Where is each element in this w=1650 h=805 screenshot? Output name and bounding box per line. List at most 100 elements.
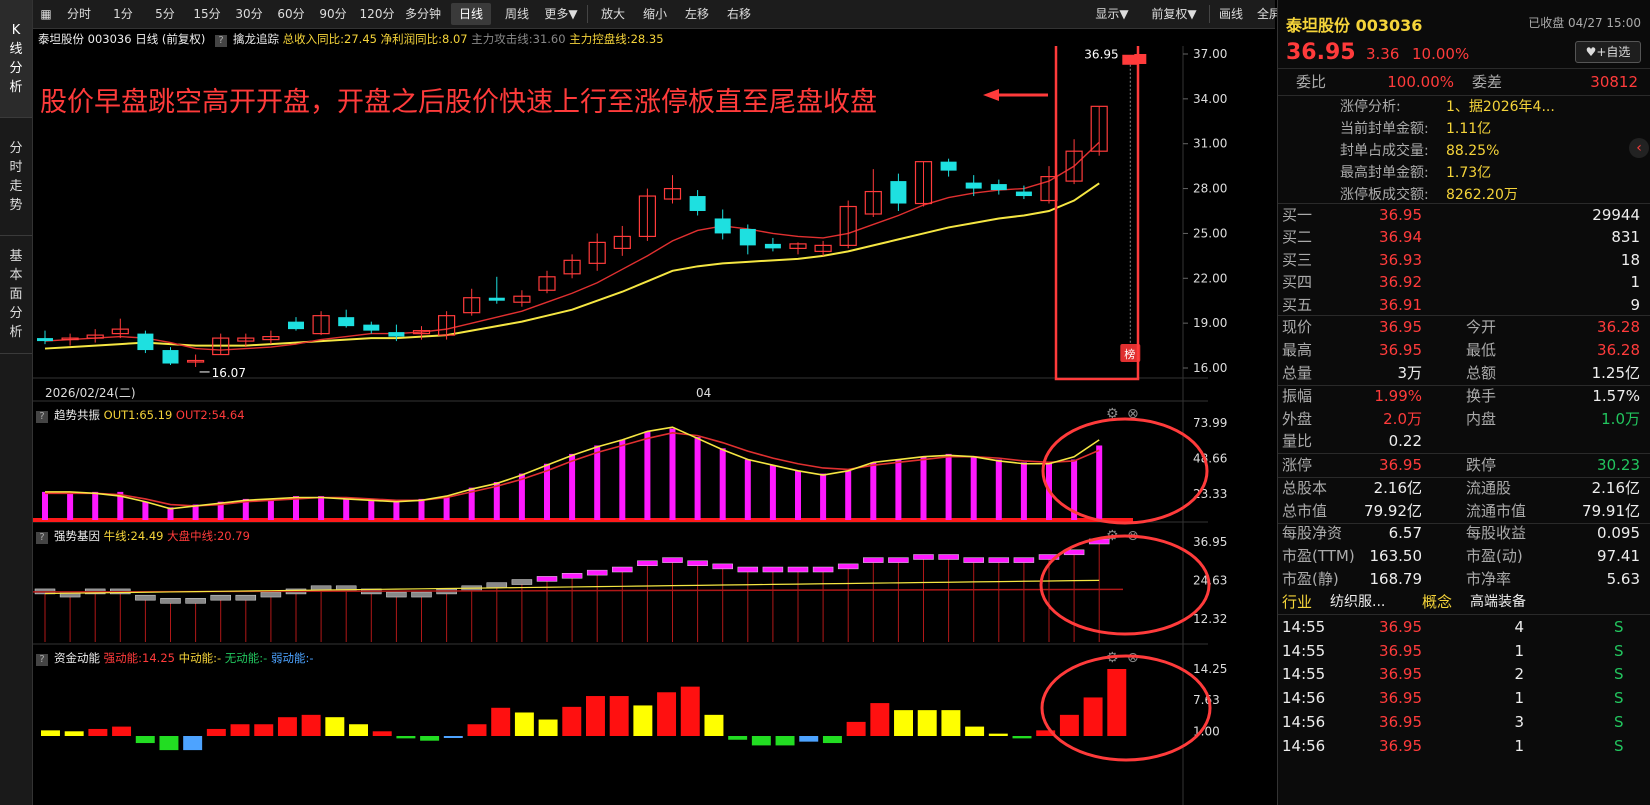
- menu-grid-icon[interactable]: ▦: [37, 3, 55, 25]
- panel2-block: [712, 563, 733, 570]
- panel2-block: [536, 576, 558, 582]
- candle-body: [940, 161, 957, 171]
- highlight-circle: [1041, 417, 1209, 525]
- kline-chart[interactable]: 37.00 34.00 31.00 28.00 25.00 22.00 19.00 16.00…: [33, 46, 1275, 805]
- panel3-title: ? 资金动能 强动能:14.25 中动能:- 无动能:- 弱动能:-: [36, 650, 314, 666]
- candle-body: [137, 333, 154, 351]
- tb-intraday[interactable]: 分时: [59, 3, 99, 25]
- panel1-bar: [920, 456, 927, 520]
- tab-intraday[interactable]: 分 时 走 势: [0, 118, 32, 236]
- tb-display[interactable]: 显示▼: [1085, 3, 1139, 25]
- stat-value: 97.41: [1597, 547, 1640, 565]
- stat-label: 内盘: [1466, 410, 1497, 428]
- stat-value: 3万: [1397, 364, 1422, 382]
- price-axis-label: 22.00: [1193, 271, 1227, 285]
- tb-move-right[interactable]: 右移: [719, 3, 759, 25]
- panel2-block: [988, 557, 1010, 563]
- quote-panel: 泰坦股份 003036 已收盘 04/27 15:00 36.95 3.36 1…: [1277, 0, 1650, 805]
- price-axis-label: 28.00: [1193, 182, 1227, 196]
- panel1-bar: [845, 470, 852, 520]
- panel1-bar: [67, 491, 74, 520]
- industry-value[interactable]: 纺织服...: [1330, 590, 1385, 614]
- tab-fundamentals[interactable]: 基 本 面 分 析: [0, 236, 32, 354]
- stat-value: 36.95: [1379, 456, 1422, 474]
- candle-body: [714, 218, 731, 234]
- help-icon[interactable]: ?: [36, 532, 48, 544]
- bid-label: 买三: [1282, 250, 1313, 269]
- panel1-bar: [418, 498, 425, 520]
- tick-row: 14:55 36.95 4 S: [1278, 616, 1650, 639]
- panel3-bar: [64, 731, 84, 736]
- tb-1min[interactable]: 1分: [103, 3, 143, 25]
- panel2-block: [411, 591, 432, 598]
- tab-kline-analysis[interactable]: K 线 分 析: [0, 0, 32, 118]
- tb-90min[interactable]: 90分: [313, 3, 353, 25]
- collapse-arrow-icon[interactable]: ‹: [1629, 138, 1649, 158]
- stat-label: 流通股: [1466, 479, 1512, 497]
- attack-line: [44, 141, 1100, 351]
- panel1-bar: [42, 491, 48, 520]
- panel3-bar: [988, 733, 1008, 736]
- price-axis-label: 34.00: [1193, 92, 1227, 106]
- indicator-name: 擒龙追踪: [233, 32, 280, 46]
- tb-adjust[interactable]: 前复权▼: [1143, 3, 1205, 25]
- bid-volume: 9: [1630, 295, 1640, 314]
- tb-more[interactable]: 更多▼: [539, 3, 583, 25]
- tb-zoom-in[interactable]: 放大: [593, 3, 633, 25]
- panel2-block: [135, 594, 156, 601]
- tick-price: 36.95: [1379, 618, 1422, 636]
- tb-multi-min[interactable]: 多分钟: [401, 3, 445, 25]
- tick-volume: 3: [1514, 712, 1524, 731]
- add-favorite-button[interactable]: ♥+自选: [1575, 41, 1641, 63]
- tb-daily[interactable]: 日线: [451, 3, 491, 25]
- candle-body: [739, 228, 756, 246]
- limit-info-row: 涨停分析: 1、据2026年4...: [1278, 96, 1650, 118]
- stat-label: 总股本: [1282, 479, 1328, 497]
- panel3-bar: [917, 710, 937, 736]
- stat-value: 1.0万: [1601, 410, 1640, 428]
- tb-5min[interactable]: 5分: [145, 3, 185, 25]
- order-ratio-label: 委比: [1296, 73, 1327, 91]
- panel3-bar: [657, 692, 677, 736]
- panel2-block: [837, 563, 859, 570]
- help-icon[interactable]: ?: [36, 654, 48, 666]
- panel1-bar: [795, 470, 801, 520]
- panel3-bar: [88, 728, 108, 736]
- panel3-bar: [254, 724, 274, 736]
- tb-draw[interactable]: 画线: [1213, 3, 1249, 25]
- stat-value: 79.91亿: [1582, 502, 1640, 520]
- stat-label: 每股收益: [1466, 524, 1527, 542]
- stat-label: 现价: [1282, 318, 1313, 336]
- tb-15min[interactable]: 15分: [187, 3, 227, 25]
- tb-120min[interactable]: 120分: [355, 3, 399, 25]
- tb-zoom-out[interactable]: 缩小: [635, 3, 675, 25]
- bid-row[interactable]: 买五 36.91 9: [1278, 294, 1650, 316]
- concept-value[interactable]: 高端装备: [1470, 590, 1526, 614]
- panel1-bar: [493, 482, 500, 520]
- stat-value: 168.79: [1369, 570, 1423, 588]
- bid-row[interactable]: 买四 36.92 1: [1278, 271, 1650, 293]
- panel3-bar: [870, 703, 890, 736]
- bid-label: 买二: [1282, 228, 1313, 247]
- rank-badge-label: 榜: [1124, 347, 1135, 361]
- tb-move-left[interactable]: 左移: [677, 3, 717, 25]
- panel3-bar: [586, 696, 605, 736]
- limit-info-value: 1.73亿: [1446, 165, 1492, 181]
- panel2-block: [863, 557, 884, 563]
- help-icon[interactable]: ?: [36, 411, 48, 423]
- bid-row[interactable]: 买二 36.94 831: [1278, 226, 1650, 248]
- panel2-axis-label: 36.95: [1193, 535, 1227, 549]
- order-ratio-row: 委比 100.00% 委差 30812: [1278, 70, 1650, 94]
- industry-concept-row: 行业 纺织服... 概念 高端装备: [1278, 590, 1650, 614]
- panel3-bar: [751, 736, 771, 746]
- bid-row[interactable]: 买一 36.95 29944: [1278, 204, 1650, 226]
- panel1-axis-label: 48.66: [1193, 452, 1227, 466]
- tb-30min[interactable]: 30分: [229, 3, 269, 25]
- tb-60min[interactable]: 60分: [271, 3, 311, 25]
- tb-weekly[interactable]: 周线: [497, 3, 537, 25]
- bid-price: 36.91: [1379, 295, 1422, 314]
- bid-row[interactable]: 买三 36.93 18: [1278, 249, 1650, 271]
- toolbar-divider: [1209, 5, 1210, 23]
- main-chart-info: 泰坦股份 003036 日线 (前复权) ? 擒龙追踪 总收入同比:27.45 净…: [38, 31, 664, 47]
- panel3-bar: [633, 705, 653, 736]
